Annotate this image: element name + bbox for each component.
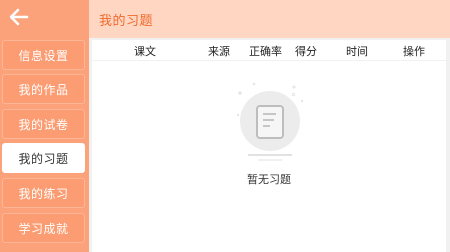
column-header-actions: 操作 [403, 45, 425, 58]
back-arrow-icon [9, 8, 29, 30]
column-header-score: 得分 [295, 45, 317, 58]
sidebar-item-my-exercises[interactable]: 我的习题 [2, 143, 85, 173]
back-button[interactable] [0, 0, 89, 38]
sidebar-item-achievements[interactable]: 学习成就 [2, 213, 85, 243]
empty-document-icon [234, 81, 306, 167]
column-header-time: 时间 [346, 45, 368, 58]
sidebar-item-info-settings[interactable]: 信息设置 [2, 40, 85, 70]
empty-state-message: 暂无习题 [247, 173, 291, 186]
table-header: 课文 来源 正确率 得分 时间 操作 [92, 40, 446, 60]
page-title: 我的习题 [99, 13, 154, 29]
sidebar-item-my-works[interactable]: 我的作品 [2, 74, 85, 104]
empty-content-area: 暂无习题 [92, 61, 446, 252]
top-bar: 我的习题 [89, 0, 450, 38]
sidebar-item-my-papers[interactable]: 我的试卷 [2, 109, 85, 139]
column-header-source: 来源 [208, 45, 230, 58]
sidebar-item-my-practice[interactable]: 我的练习 [2, 178, 85, 208]
sidebar: 信息设置 我的作品 我的试卷 我的习题 我的练习 学习成就 [0, 0, 89, 252]
column-header-lesson: 课文 [134, 45, 156, 58]
column-header-accuracy: 正确率 [249, 45, 282, 58]
